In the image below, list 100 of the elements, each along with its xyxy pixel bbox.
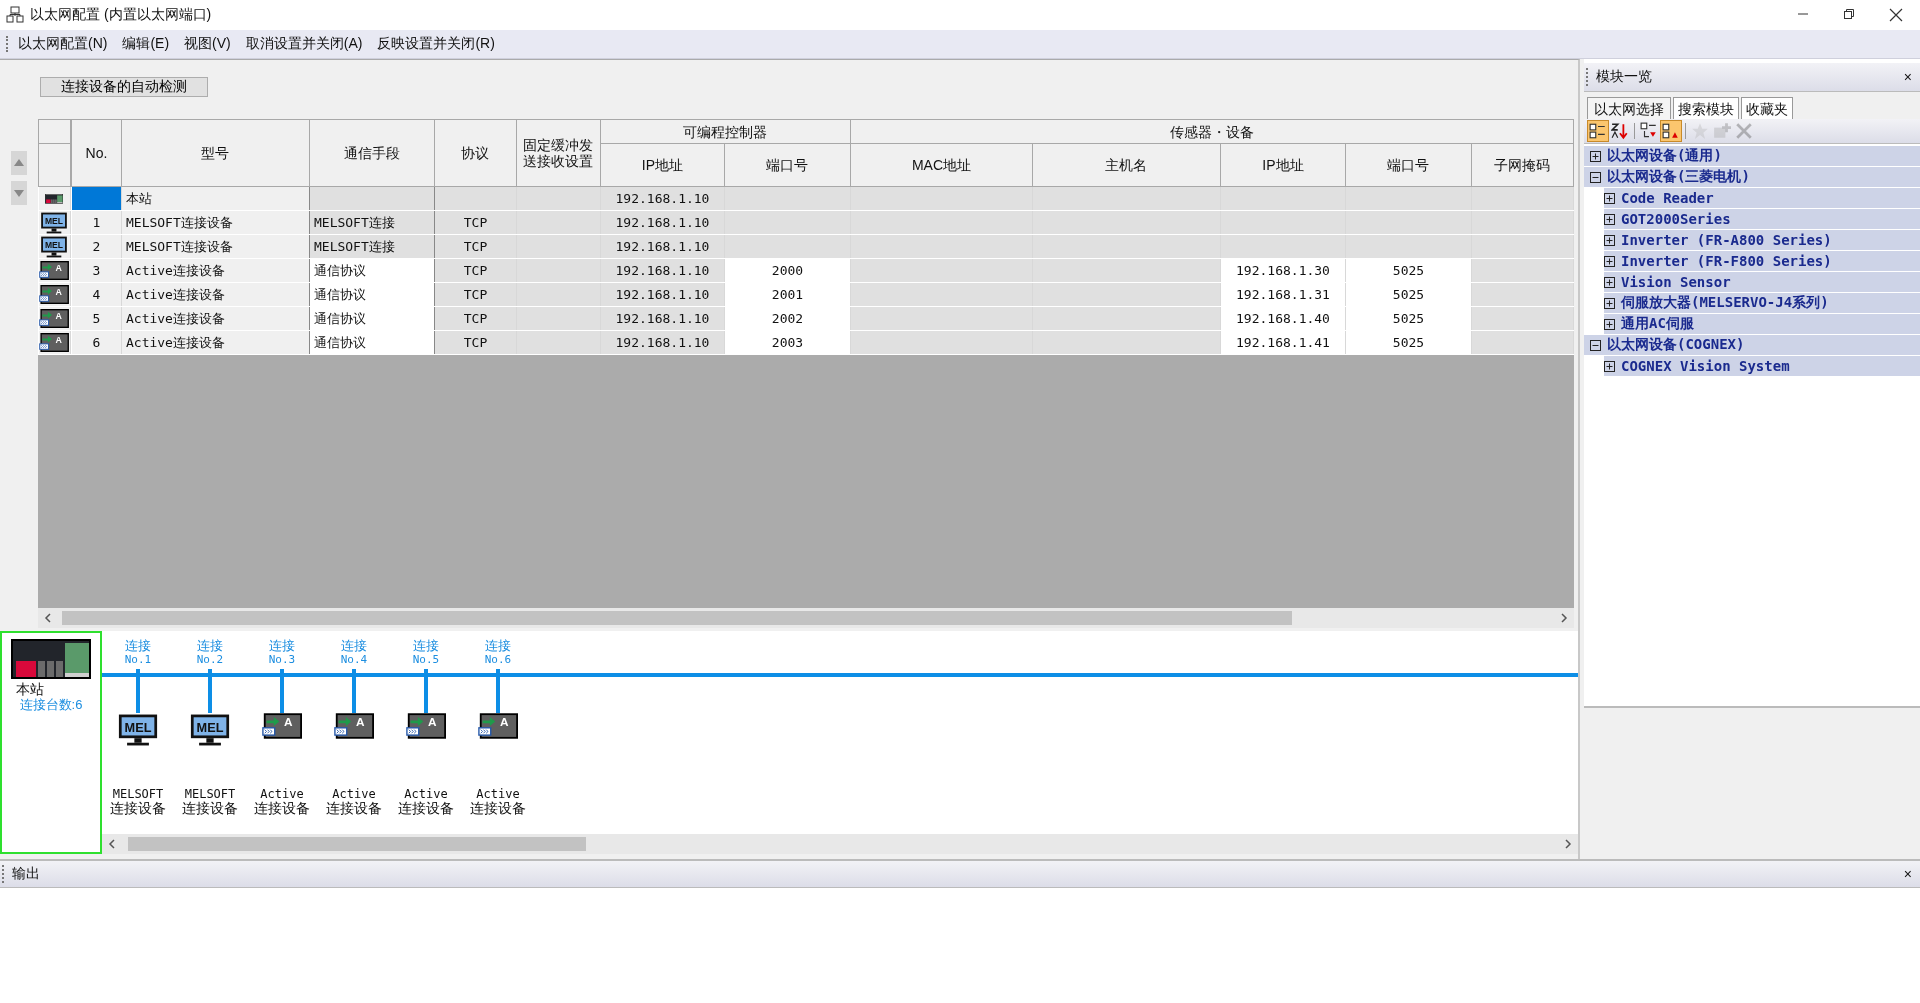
column-header: 协议 xyxy=(434,119,517,187)
table-cell[interactable]: 2 xyxy=(71,234,122,259)
table-cell[interactable]: 2000 xyxy=(724,258,851,283)
module-icon: A xyxy=(39,309,70,328)
menu-item[interactable]: 视图(V) xyxy=(184,33,231,55)
collapse-toggle-icon[interactable] xyxy=(1590,339,1601,351)
table-cell[interactable]: 2002 xyxy=(724,306,851,331)
close-button[interactable]: × xyxy=(1903,69,1912,85)
horizontal-scrollbar[interactable] xyxy=(38,608,1574,628)
sort-icon[interactable] xyxy=(1610,121,1630,141)
scroll-right-icon[interactable] xyxy=(1560,613,1568,623)
module-icon: A xyxy=(39,285,70,304)
table-cell[interactable]: 5025 xyxy=(1345,258,1472,283)
expand-toggle-icon[interactable] xyxy=(1604,360,1615,372)
table-cell: 192.168.1.10 xyxy=(600,282,725,307)
category-icon[interactable] xyxy=(1588,121,1608,141)
tree-item[interactable]: 通用AC伺服 xyxy=(1621,315,1694,333)
scroll-right-icon[interactable] xyxy=(1564,839,1572,849)
close-icon[interactable] xyxy=(1889,8,1903,22)
table-cell[interactable]: 3 xyxy=(71,258,122,283)
column-header: 主机名 xyxy=(1032,143,1221,187)
expand-toggle-icon[interactable] xyxy=(1604,318,1615,330)
column-header: 可编程控制器 xyxy=(600,119,851,144)
table-cell: 本站 xyxy=(121,186,310,211)
expand-toggle-icon[interactable] xyxy=(1604,192,1615,204)
expand-toggle-icon[interactable] xyxy=(1604,276,1615,288)
panel-title: 输出 xyxy=(12,865,40,883)
table-cell[interactable]: 2003 xyxy=(724,330,851,355)
device-name: 连接设备 xyxy=(470,801,526,815)
scrollbar-thumb[interactable] xyxy=(62,611,1292,625)
column-header: MAC地址 xyxy=(850,143,1033,187)
device-name: MELSOFT xyxy=(184,787,236,801)
connection-label: 连接 xyxy=(485,639,511,653)
table-cell: Active连接设备 xyxy=(121,306,310,331)
connection-number: No.3 xyxy=(268,653,296,667)
restore-icon[interactable] xyxy=(1843,8,1855,20)
column-header: IP地址 xyxy=(600,143,725,187)
table-cell[interactable]: 通信协议 xyxy=(309,306,435,331)
table-cell[interactable] xyxy=(71,186,122,211)
tab[interactable]: 以太网选择 xyxy=(1587,97,1671,119)
table-cell[interactable]: 2001 xyxy=(724,282,851,307)
device-name: 连接设备 xyxy=(398,801,454,815)
tab[interactable]: 收藏夹 xyxy=(1741,97,1793,119)
auto-detect-button[interactable]: 连接设备的自动检测 xyxy=(40,77,208,97)
table-cell[interactable]: 4 xyxy=(71,282,122,307)
expand-icon[interactable] xyxy=(1661,121,1681,141)
expand-toggle-icon[interactable] xyxy=(1590,150,1601,162)
device-name: 连接设备 xyxy=(182,801,238,815)
tab[interactable]: 搜索模块 xyxy=(1673,97,1739,119)
table-cell[interactable]: 5025 xyxy=(1345,330,1472,355)
table-cell[interactable]: 1 xyxy=(71,210,122,235)
module-icon: A xyxy=(334,713,374,739)
table-cell[interactable]: 5025 xyxy=(1345,306,1472,331)
menu-item[interactable]: 取消设置并关闭(A) xyxy=(245,33,363,55)
table-cell: Active连接设备 xyxy=(121,330,310,355)
table-cell: Active连接设备 xyxy=(121,258,310,283)
table-cell: MELSOFT连接 xyxy=(309,234,435,259)
device-name: MELSOFT xyxy=(112,787,164,801)
module-icon: A xyxy=(406,713,446,739)
close-button[interactable]: × xyxy=(1903,866,1912,882)
table-cell[interactable]: 192.168.1.30 xyxy=(1220,258,1346,283)
scroll-left-icon[interactable] xyxy=(44,613,52,623)
menu-item[interactable]: 反映设置并关闭(R) xyxy=(377,33,495,55)
connection-number: No.4 xyxy=(340,653,368,667)
device-name: Active xyxy=(260,787,304,801)
table-cell: MELSOFT连接设备 xyxy=(121,210,310,235)
station-box[interactable]: 本站 连接台数:6 xyxy=(0,631,102,854)
table-cell: Active连接设备 xyxy=(121,282,310,307)
table-cell[interactable]: 通信协议 xyxy=(309,282,435,307)
table-cell: 192.168.1.10 xyxy=(600,186,725,211)
column-header: 子网掩码 xyxy=(1471,143,1574,187)
table-cell[interactable]: 通信协议 xyxy=(309,330,435,355)
device-name: Active xyxy=(332,787,376,801)
table-cell[interactable]: 通信协议 xyxy=(309,258,435,283)
menu-item[interactable]: 以太网配置(N) xyxy=(18,33,108,55)
expand-toggle-icon[interactable] xyxy=(1604,255,1615,267)
menu-item[interactable]: 编辑(E) xyxy=(122,33,170,55)
table-cell[interactable]: 6 xyxy=(71,330,122,355)
module-icon: A xyxy=(39,333,70,352)
horizontal-scrollbar[interactable] xyxy=(102,834,1578,854)
station-label: 本站 xyxy=(16,682,44,697)
collapse-toggle-icon[interactable] xyxy=(1590,171,1601,183)
expand-toggle-icon[interactable] xyxy=(1604,213,1615,225)
scroll-left-icon[interactable] xyxy=(108,839,116,849)
connection-number: No.6 xyxy=(484,653,512,667)
table-cell[interactable]: 192.168.1.41 xyxy=(1220,330,1346,355)
table-cell[interactable]: 5025 xyxy=(1345,282,1472,307)
table-cell[interactable]: 192.168.1.31 xyxy=(1220,282,1346,307)
table-cell[interactable]: 5 xyxy=(71,306,122,331)
grip-handle[interactable] xyxy=(1586,68,1590,86)
table-cell: 192.168.1.10 xyxy=(600,330,725,355)
column-header: 端口号 xyxy=(1345,143,1472,187)
expand-toggle-icon[interactable] xyxy=(1604,234,1615,246)
grip-handle[interactable] xyxy=(2,865,6,883)
expand-toggle-icon[interactable] xyxy=(1604,297,1615,309)
column-header: 固定缓冲发送接收设置 xyxy=(516,119,601,187)
grip-handle[interactable] xyxy=(6,36,10,52)
table-cell: 192.168.1.10 xyxy=(600,234,725,259)
table-cell[interactable]: 192.168.1.40 xyxy=(1220,306,1346,331)
scrollbar-thumb[interactable] xyxy=(128,837,586,851)
